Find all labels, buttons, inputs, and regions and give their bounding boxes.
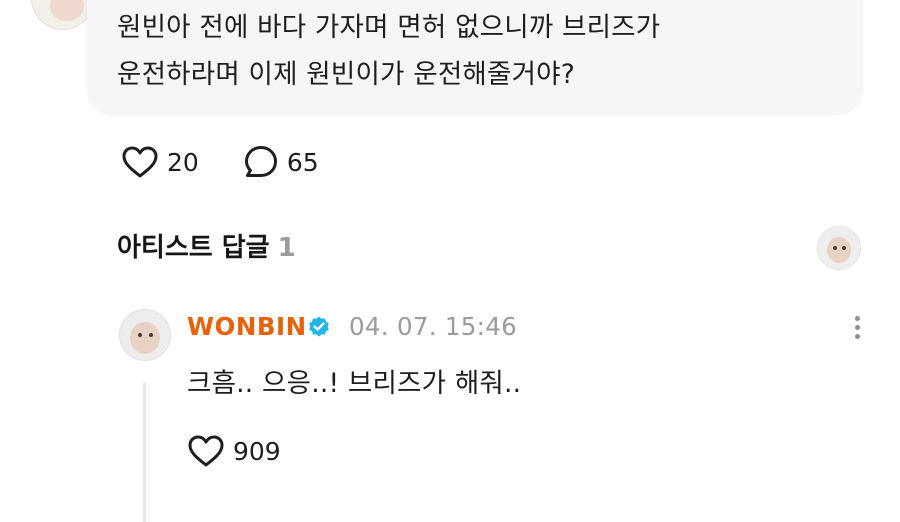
verified-badge-icon xyxy=(309,316,329,337)
reply-text: 크흠.. 으응..! 브리즈가 해줘.. xyxy=(187,368,522,399)
post-text: 원빈아 전에 바다 가자며 면허 없으니까 브리즈가 운전하라며 이제 원빈이가… xyxy=(117,4,837,98)
comment-count: 65 xyxy=(286,147,319,177)
heart-outline-icon xyxy=(188,435,224,467)
post-text-line: 운전하라며 이제 원빈이가 운전해줄거야? xyxy=(117,59,575,90)
heart-outline-icon xyxy=(122,146,158,178)
like-count: 20 xyxy=(167,147,199,177)
reply-author-avatar[interactable] xyxy=(119,309,171,361)
reply-timestamp: 04. 07. 15:46 xyxy=(349,312,518,341)
more-vertical-icon[interactable] xyxy=(846,314,868,342)
artist-reply-title: 아티스트 답글 xyxy=(117,233,270,263)
comment-button[interactable]: 65 xyxy=(243,144,319,180)
like-button[interactable]: 20 xyxy=(121,145,199,179)
speech-bubble-icon xyxy=(244,146,277,177)
artist-reply-header: 아티스트 답글 1 xyxy=(117,227,296,264)
post-actions: 20 65 xyxy=(121,144,363,180)
reply-like-count: 909 xyxy=(233,436,281,466)
post-text-line: 원빈아 전에 바다 가자며 면허 없으니까 브리즈가 xyxy=(117,12,661,43)
artist-avatar-small[interactable] xyxy=(817,226,861,270)
artist-reply-count: 1 xyxy=(277,233,296,263)
post-author-avatar[interactable] xyxy=(31,0,95,30)
reply-like-button[interactable]: 909 xyxy=(187,434,281,468)
post-bubble: 원빈아 전에 바다 가자며 면허 없으니까 브리즈가 운전하라며 이제 원빈이가… xyxy=(87,0,863,113)
reply-author-name[interactable]: WONBIN xyxy=(187,312,307,341)
thread-line xyxy=(143,383,146,522)
